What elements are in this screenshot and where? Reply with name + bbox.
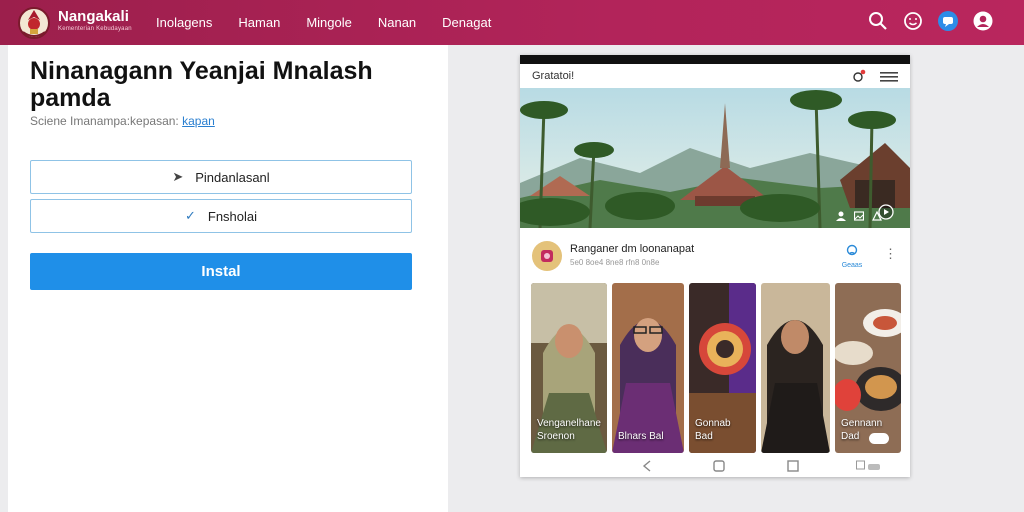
toggle-switch[interactable] [869,433,889,444]
nav-item-denagat[interactable]: Denagat [442,15,491,30]
bell-icon[interactable] [852,69,866,88]
play-icon[interactable] [878,204,894,225]
avatar[interactable] [532,241,562,271]
page-title: Ninanagann Yeanjai Mnalash pamda [30,57,373,112]
photo-card-4[interactable] [761,283,830,453]
post-author[interactable]: Ranganer dm loonanapat [570,243,694,255]
photo-card-2[interactable]: Blnars Bal [612,283,684,453]
follow-icon [846,244,858,256]
photo-card-3-caption: Gonnab Bad [695,418,731,442]
app-header-icons [838,69,898,88]
keyboard-icon[interactable] [856,459,882,477]
chat-icon[interactable] [937,10,959,32]
install-button[interactable]: Instal [30,253,412,290]
more-options-icon[interactable]: ⋮ [884,247,897,260]
smiley-icon[interactable] [902,10,924,32]
header-actions [854,10,994,32]
back-icon[interactable] [642,459,652,477]
nav-item-haman[interactable]: Haman [238,15,280,30]
hero-image-temple-landscape[interactable] [520,88,910,228]
follow-label: Geaas [841,262,863,269]
check-icon: ✓ [184,208,196,223]
search-icon[interactable] [867,10,889,32]
phone-status-bar [520,55,910,64]
post-header: Ranganer dm loonanapat 5e0 8oe4 8ne8 rfn… [520,237,910,277]
home-icon[interactable] [713,459,725,477]
phone-preview: Gratatoi! Ranganer dm loonanapat 5e0 8oe… [520,55,910,477]
page-subtitle: Sciene Imanampa:kepasan: kapan [30,114,215,128]
phone-navigation-bar [520,455,910,477]
account-icon[interactable] [972,10,994,32]
option-1-label: Pindanlasanl [195,169,270,185]
brand-tagline: Kementerian Kebudayaan [58,26,132,32]
app-title: Gratatoi! [532,70,575,82]
follow-button[interactable]: Geaas [838,243,866,269]
menu-icon[interactable] [880,70,898,88]
photo-card-5[interactable]: Gennann Dad [835,283,901,453]
option-button-2[interactable]: ✓ Fnsholai [30,199,412,233]
photo-card-1[interactable]: Venganelhane Sroenon [531,283,607,453]
photo-card-1-caption: Venganelhane Sroenon [537,418,601,442]
post-meta: 5e0 8oe4 8ne8 rfn8 0n8e [570,258,660,267]
logo-emblem-icon[interactable] [14,2,54,42]
recents-icon[interactable] [787,459,799,477]
photo-card-2-caption: Blnars Bal [618,431,664,442]
nav-item-nanan[interactable]: Nanan [378,15,416,30]
photo-carousel: Venganelhane Sroenon Blnars Bal Gonnab B… [531,283,903,453]
app-header: Gratatoi! [520,64,910,88]
option-button-1[interactable]: ➤ Pindanlasanl [30,160,412,194]
brand-name[interactable]: Nangakali [58,9,129,24]
subtitle-link[interactable]: kapan [182,114,215,128]
main-nav: Inolagens Haman Mingole Nanan Denagat [156,0,517,45]
nav-item-mingole[interactable]: Mingole [306,15,352,30]
subtitle-text: Sciene Imanampa:kepasan: [30,114,179,128]
option-2-label: Fnsholai [207,208,258,224]
photo-card-3[interactable]: Gonnab Bad [689,283,756,453]
image-icon[interactable] [853,208,865,226]
user-icon[interactable] [836,208,846,226]
top-navigation-bar: Nangakali Kementerian Kebudayaan Inolage… [0,0,1024,45]
arrow-right-icon: ➤ [172,169,184,184]
nav-item-inolagens[interactable]: Inolagens [156,15,212,30]
